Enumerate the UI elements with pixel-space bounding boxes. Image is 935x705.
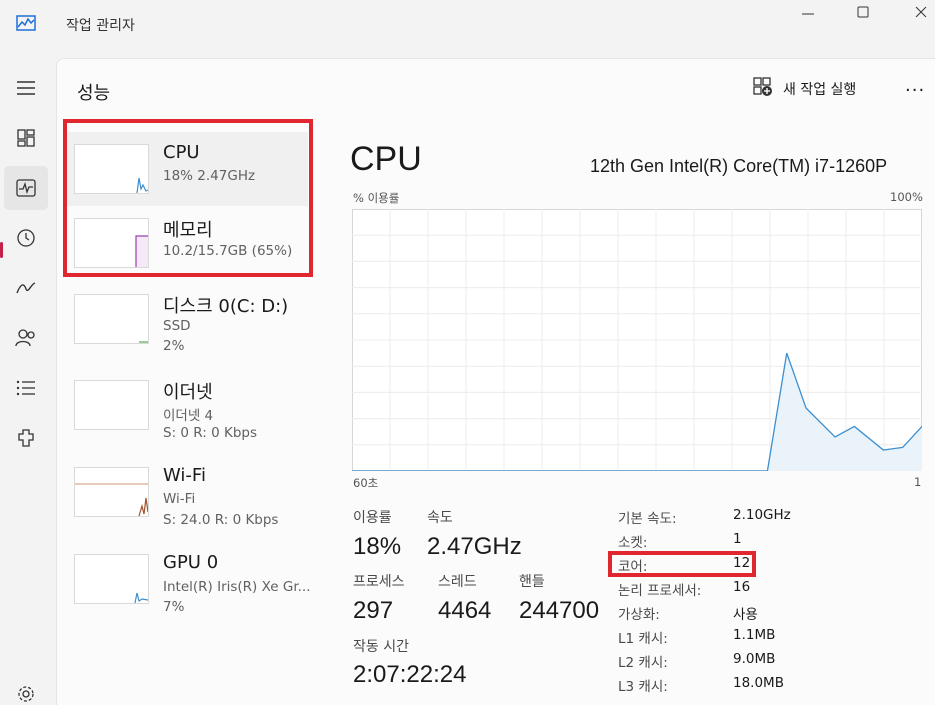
spec-key: L1 캐시: xyxy=(618,631,668,647)
active-indicator xyxy=(0,242,3,258)
more-options-button[interactable]: ··· xyxy=(905,80,925,101)
performance-icon[interactable] xyxy=(4,166,48,210)
gpu-thumbnail-graph xyxy=(74,554,149,604)
spec-key: 코어: xyxy=(618,559,648,575)
handles-label: 핸들 xyxy=(519,574,545,590)
perf-item-sub: Intel(R) Iris(R) Xe Gr... xyxy=(163,579,311,595)
perf-item-gpu[interactable]: GPU 0 Intel(R) Iris(R) Xe Gr... 7% xyxy=(66,542,311,616)
disk-thumbnail-graph xyxy=(74,294,149,344)
detail-title: CPU xyxy=(350,140,422,178)
perf-item-disk[interactable]: 디스크 0(C: D:) SSD 2% xyxy=(66,282,308,356)
task-manager-app-icon xyxy=(16,14,36,32)
processes-value: 297 xyxy=(353,597,394,624)
spec-value: 18.0MB xyxy=(733,675,784,691)
spec-key: L2 캐시: xyxy=(618,655,668,671)
menu-icon[interactable] xyxy=(4,66,48,110)
navigation-rail xyxy=(0,60,55,705)
perf-item-name: 디스크 0(C: D:) xyxy=(163,296,289,317)
title-bar: 작업 관리자 xyxy=(0,0,935,50)
settings-icon[interactable] xyxy=(4,672,48,705)
cpu-usage-graph xyxy=(352,209,922,471)
cpu-model-name: 12th Gen Intel(R) Core(TM) i7-1260P xyxy=(590,156,888,176)
spec-key: 논리 프로세서: xyxy=(618,583,702,599)
services-icon[interactable] xyxy=(4,416,48,460)
graph-y-label: % 이용률 xyxy=(353,191,400,205)
spec-key: L3 캐시: xyxy=(618,679,668,695)
spec-value: 16 xyxy=(733,579,751,595)
users-icon[interactable] xyxy=(4,316,48,360)
perf-item-name: GPU 0 xyxy=(163,552,219,573)
threads-value: 4464 xyxy=(438,597,492,624)
history-icon[interactable] xyxy=(4,216,48,260)
ethernet-thumbnail-graph xyxy=(74,380,149,430)
graph-y-max: 100% xyxy=(890,190,923,204)
perf-item-sub2: S: 0 R: 0 Kbps xyxy=(163,425,257,441)
handles-value: 244700 xyxy=(519,597,600,624)
spec-value: 2.10GHz xyxy=(733,507,791,523)
spec-value: 9.0MB xyxy=(733,651,776,667)
processes-label: 프로세스 xyxy=(353,574,405,590)
perf-item-ethernet[interactable]: 이더넷 이더넷 4 S: 0 R: 0 Kbps xyxy=(66,368,308,442)
startup-icon[interactable] xyxy=(4,266,48,310)
uptime-value: 2:07:22:24 xyxy=(353,661,467,688)
spec-value: 1.1MB xyxy=(733,627,776,643)
maximize-button[interactable] xyxy=(851,4,875,22)
perf-item-sub2: S: 24.0 R: 0 Kbps xyxy=(163,512,279,528)
new-task-button[interactable]: 새 작업 실행 xyxy=(753,76,856,102)
window-title: 작업 관리자 xyxy=(66,18,135,34)
wifi-thumbnail-graph xyxy=(74,467,149,517)
new-task-icon xyxy=(753,77,773,101)
graph-x-left: 60초 xyxy=(353,476,379,490)
spec-key: 소켓: xyxy=(618,535,648,551)
perf-item-name: Wi-Fi xyxy=(163,465,206,486)
perf-item-sub: SSD xyxy=(163,318,191,334)
graph-x-right: 1 xyxy=(914,475,922,489)
page-title: 성능 xyxy=(77,83,111,104)
perf-item-sub2: 7% xyxy=(163,599,185,615)
usage-label: 이용률 xyxy=(353,510,392,526)
highlight-box-cpu-memory xyxy=(63,119,313,277)
usage-value: 18% xyxy=(353,533,402,560)
spec-key: 가상화: xyxy=(618,607,660,623)
spec-value: 사용 xyxy=(733,607,758,623)
uptime-label: 작동 시간 xyxy=(353,639,409,655)
processes-icon[interactable] xyxy=(4,116,48,160)
speed-value: 2.47GHz xyxy=(427,533,522,560)
perf-item-name: 이더넷 xyxy=(163,382,213,403)
perf-item-sub: Wi-Fi xyxy=(163,491,196,507)
minimize-button[interactable] xyxy=(796,4,820,22)
close-button[interactable] xyxy=(909,4,933,22)
perf-item-wifi[interactable]: Wi-Fi Wi-Fi S: 24.0 R: 0 Kbps xyxy=(66,455,308,529)
threads-label: 스레드 xyxy=(438,574,477,590)
spec-key: 기본 속도: xyxy=(618,511,677,527)
perf-item-sub: 이더넷 4 xyxy=(163,408,214,424)
new-task-label: 새 작업 실행 xyxy=(783,82,857,98)
perf-item-sub2: 2% xyxy=(163,338,185,354)
spec-value: 12 xyxy=(733,555,751,571)
details-icon[interactable] xyxy=(4,366,48,410)
speed-label: 속도 xyxy=(427,510,453,526)
spec-value: 1 xyxy=(733,531,742,547)
